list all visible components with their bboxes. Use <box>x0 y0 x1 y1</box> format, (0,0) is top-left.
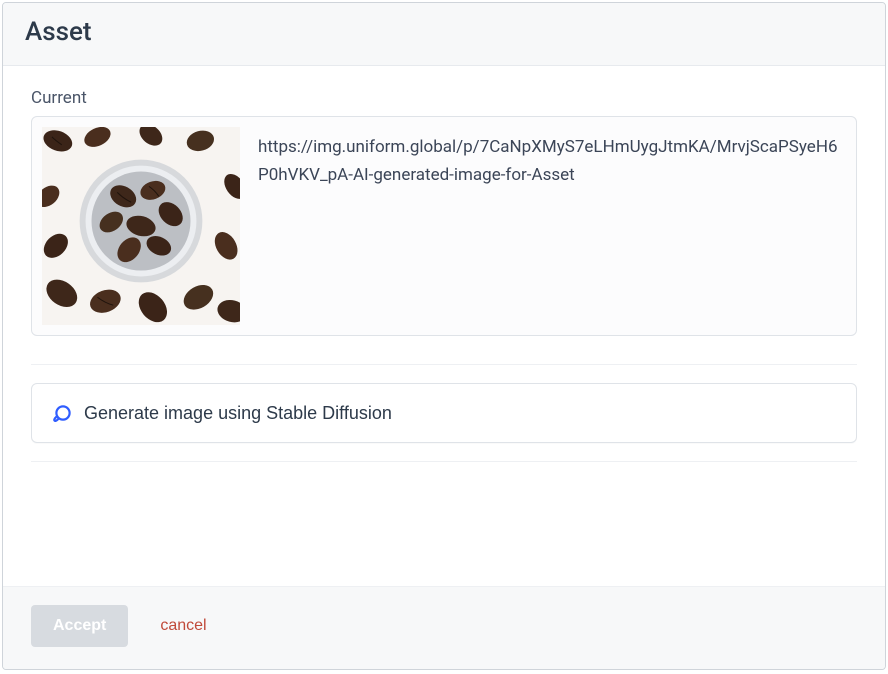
panel-header: Asset <box>3 3 885 66</box>
current-label: Current <box>31 88 857 108</box>
generate-button-label: Generate image using Stable Diffusion <box>84 403 392 424</box>
asset-url: https://img.uniform.global/p/7CaNpXMyS7e… <box>258 127 846 189</box>
panel-title: Asset <box>25 17 863 47</box>
asset-thumbnail <box>42 127 240 325</box>
accept-button[interactable]: Accept <box>31 605 128 647</box>
panel-footer: Accept cancel <box>3 586 885 669</box>
asset-panel: Asset Current <box>2 2 886 670</box>
generate-image-button[interactable]: Generate image using Stable Diffusion <box>31 383 857 443</box>
generate-section: Generate image using Stable Diffusion <box>31 364 857 462</box>
ai-generate-icon <box>52 402 74 424</box>
current-asset-card: https://img.uniform.global/p/7CaNpXMyS7e… <box>31 116 857 336</box>
cancel-button[interactable]: cancel <box>156 605 210 647</box>
panel-body: Current <box>3 66 885 586</box>
